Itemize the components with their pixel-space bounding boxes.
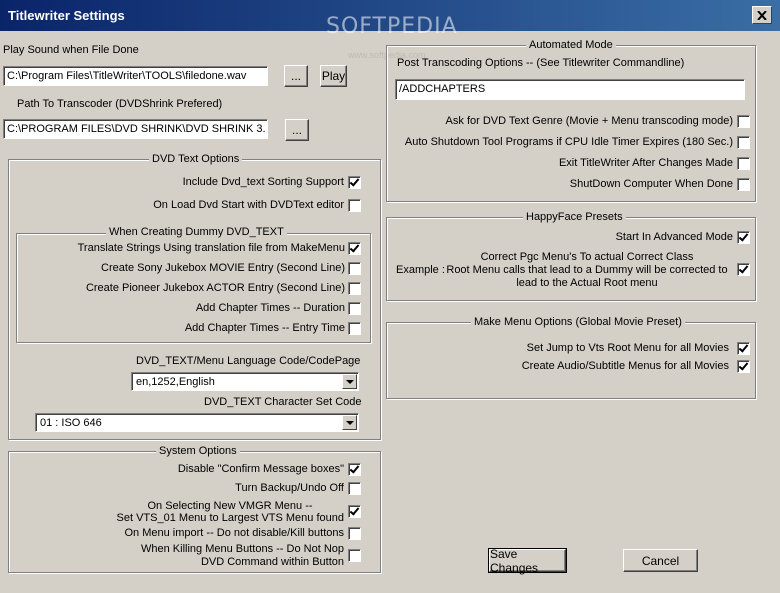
sony-jukebox-checkbox[interactable] bbox=[348, 262, 361, 275]
system-options-title: System Options bbox=[156, 445, 240, 457]
make-menu-option-label: Create Audio/Subtitle Menus for all Movi… bbox=[521, 360, 729, 372]
auto-option-label: ShutDown Computer When Done bbox=[569, 178, 733, 190]
make-menu-options-title: Make Menu Options (Global Movie Preset) bbox=[471, 316, 685, 328]
no-nop-dvd-command-checkbox[interactable] bbox=[348, 549, 361, 562]
browse-sound-button[interactable]: ... bbox=[284, 65, 308, 87]
dummy-dvdtext-title: When Creating Dummy DVD_TEXT bbox=[106, 226, 287, 238]
play-sound-path-input[interactable]: C:\Program Files\TitleWriter\TOOLS\filed… bbox=[3, 66, 268, 86]
translate-strings-checkbox[interactable] bbox=[348, 242, 361, 255]
cancel-button[interactable]: Cancel bbox=[623, 549, 698, 572]
auto-shutdown-tools-checkbox[interactable] bbox=[737, 136, 750, 149]
system-option-label-line2: DVD Command within Button bbox=[200, 556, 344, 568]
chevron-down-icon[interactable] bbox=[342, 374, 357, 389]
transcoder-label: Path To Transcoder (DVDShrink Prefered) bbox=[17, 98, 223, 110]
charset-code-label: DVD_TEXT Character Set Code bbox=[204, 396, 362, 408]
save-changes-button[interactable]: Save Changes bbox=[488, 547, 567, 575]
close-button[interactable] bbox=[752, 6, 772, 24]
automated-mode-title: Automated Mode bbox=[526, 39, 616, 51]
chapter-entry-time-checkbox[interactable] bbox=[348, 322, 361, 335]
charset-code-select[interactable]: 01 : ISO 646 bbox=[35, 413, 359, 432]
system-option-label: On Menu import -- Do not disable/Kill bu… bbox=[124, 527, 345, 539]
softpedia-watermark: SOFTPEDIA bbox=[326, 14, 458, 39]
disable-confirm-checkbox[interactable] bbox=[348, 463, 361, 476]
play-sound-button[interactable]: Play bbox=[320, 65, 347, 87]
vts01-largest-menu-checkbox[interactable] bbox=[348, 505, 361, 518]
dummy-option-label: Add Chapter Times -- Duration bbox=[195, 302, 345, 314]
correct-pgc-label-line3: lead to the Actual Root menu bbox=[516, 277, 658, 289]
dvd-text-options-title: DVD Text Options bbox=[149, 153, 243, 165]
chevron-down-icon[interactable] bbox=[342, 415, 357, 430]
play-sound-label: Play Sound when File Done bbox=[3, 44, 139, 56]
ask-genre-checkbox[interactable] bbox=[737, 115, 750, 128]
dvdtext-option-label: Include Dvd_text Sorting Support bbox=[182, 176, 344, 188]
happyface-presets-title: HappyFace Presets bbox=[523, 211, 626, 223]
start-advanced-checkbox[interactable] bbox=[737, 231, 750, 244]
system-option-label: Disable "Confirm Message boxes" bbox=[177, 463, 344, 475]
language-code-select[interactable]: en,1252,English bbox=[131, 372, 359, 391]
backup-undo-off-checkbox[interactable] bbox=[348, 482, 361, 495]
start-dvdtext-editor-checkbox[interactable] bbox=[348, 199, 361, 212]
post-transcoding-input[interactable]: /ADDCHAPTERS bbox=[395, 79, 745, 100]
system-option-label-line2: Set VTS_01 Menu to Largest VTS Menu foun… bbox=[116, 512, 344, 524]
browse-transcoder-button[interactable]: ... bbox=[285, 119, 309, 141]
make-menu-option-label: Set Jump to Vts Root Menu for all Movies bbox=[526, 342, 729, 354]
transcoder-path-input[interactable]: C:\PROGRAM FILES\DVD SHRINK\DVD SHRINK 3… bbox=[3, 119, 268, 139]
dummy-option-label: Translate Strings Using translation file… bbox=[77, 242, 345, 254]
system-option-label: When Killing Menu Buttons -- Do Not Nop bbox=[141, 543, 344, 555]
menu-import-no-kill-checkbox[interactable] bbox=[348, 527, 361, 540]
title-bar: Titlewriter Settings SOFTPEDIA bbox=[0, 0, 780, 39]
dummy-option-label: Create Pioneer Jukebox ACTOR Entry (Seco… bbox=[85, 282, 345, 294]
start-advanced-label: Start In Advanced Mode bbox=[615, 231, 733, 243]
exit-titlewriter-checkbox[interactable] bbox=[737, 157, 750, 170]
dummy-option-label: Add Chapter Times -- Entry Time bbox=[184, 322, 345, 334]
window-title: Titlewriter Settings bbox=[8, 8, 125, 23]
system-option-label: Turn Backup/Undo Off bbox=[235, 482, 344, 494]
system-option-label: On Selecting New VMGR Menu -- bbox=[147, 500, 313, 512]
auto-option-label: Ask for DVD Text Genre (Movie + Menu tra… bbox=[445, 115, 733, 127]
auto-option-label: Exit TitleWriter After Changes Made bbox=[558, 157, 733, 169]
language-code-label: DVD_TEXT/Menu Language Code/CodePage bbox=[136, 355, 361, 367]
language-code-value: en,1252,English bbox=[136, 376, 215, 388]
post-transcoding-label: Post Transcoding Options -- (See Titlewr… bbox=[397, 57, 685, 69]
dummy-option-label: Create Sony Jukebox MOVIE Entry (Second … bbox=[101, 262, 345, 274]
auto-option-label: Auto Shutdown Tool Programs if CPU Idle … bbox=[404, 136, 733, 148]
audio-subtitle-menus-checkbox[interactable] bbox=[737, 360, 750, 373]
shutdown-computer-checkbox[interactable] bbox=[737, 178, 750, 191]
correct-pgc-label: Correct Pgc Menu's To actual Correct Cla… bbox=[480, 251, 694, 263]
dvdtext-option-label: On Load Dvd Start with DVDText editor bbox=[153, 199, 344, 211]
correct-pgc-label-line2: Root Menu calls that lead to a Dummy wil… bbox=[446, 264, 728, 276]
pioneer-jukebox-checkbox[interactable] bbox=[348, 282, 361, 295]
example-label: Example : bbox=[396, 264, 445, 276]
charset-code-value: 01 : ISO 646 bbox=[40, 417, 102, 429]
correct-pgc-checkbox[interactable] bbox=[737, 263, 750, 276]
jump-vts-root-checkbox[interactable] bbox=[737, 342, 750, 355]
include-dvdtext-sorting-checkbox[interactable] bbox=[348, 176, 361, 189]
chapter-duration-checkbox[interactable] bbox=[348, 302, 361, 315]
close-icon bbox=[757, 10, 767, 20]
